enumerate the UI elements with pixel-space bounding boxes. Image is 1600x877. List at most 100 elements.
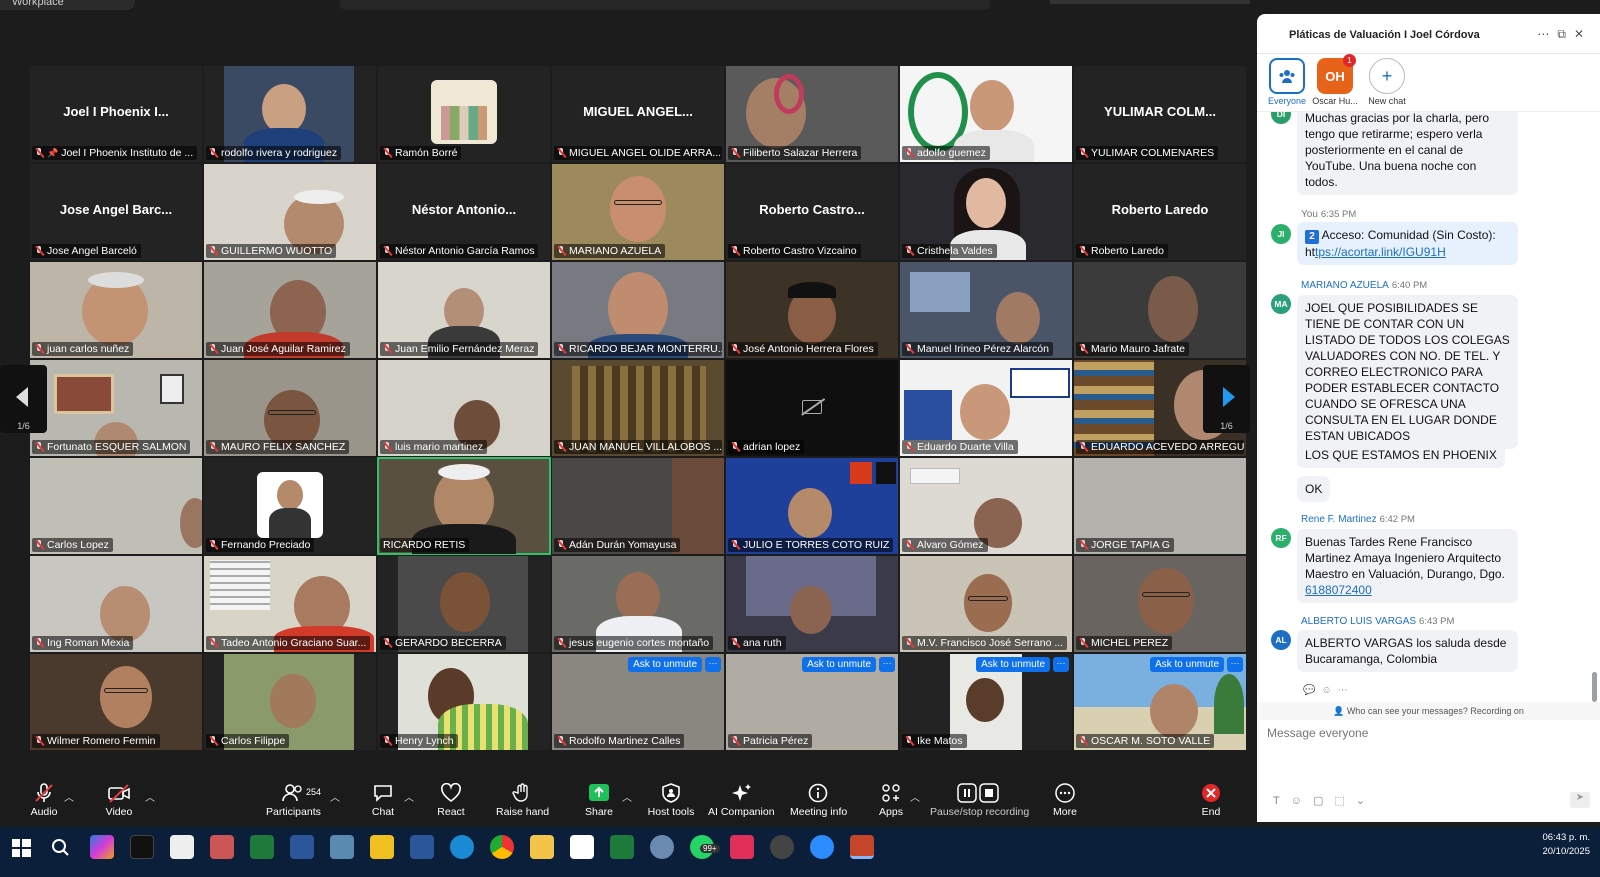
message-input[interactable]: Message everyone xyxy=(1267,726,1368,740)
participant-tile[interactable]: MIGUEL ANGEL... MIGUEL ANGEL OLIDE ARRA.… xyxy=(551,65,725,163)
excel-icon[interactable] xyxy=(610,835,634,859)
participant-tile[interactable]: Carlos Filippe xyxy=(203,653,377,751)
message-link[interactable]: 6188072400 xyxy=(1305,583,1372,597)
participant-tile[interactable]: adolfo guemez xyxy=(899,65,1073,163)
participant-tile[interactable]: Ask to unmute ··· OSCAR M. SOTO VALLE xyxy=(1073,653,1247,751)
react-button[interactable]: React xyxy=(436,783,466,818)
chat-button[interactable]: Chat xyxy=(368,783,398,818)
participant-tile[interactable]: Ask to unmute ··· Ike Matos xyxy=(899,653,1073,751)
send-button[interactable]: ➤ xyxy=(1570,792,1590,808)
search-icon[interactable] xyxy=(48,835,72,859)
participant-tile[interactable]: Ask to unmute ··· Rodolfo Martinez Calle… xyxy=(551,653,725,751)
apps-options-chevron-icon[interactable]: ︿ xyxy=(910,789,920,804)
participant-tile[interactable]: RICARDO BEJAR MONTERRU... xyxy=(551,261,725,359)
ask-to-unmute-button[interactable]: Ask to unmute xyxy=(628,657,702,672)
participant-tile[interactable]: José Antonio Herrera Flores xyxy=(725,261,899,359)
tiktok-icon[interactable] xyxy=(130,835,154,859)
participant-tile[interactable]: Jose Angel Barc... Jose Angel Barceló xyxy=(29,163,203,261)
edge-icon[interactable] xyxy=(450,835,474,859)
apps-button[interactable]: Apps xyxy=(876,783,906,818)
chevron-down-icon[interactable]: ⌄ xyxy=(1356,795,1376,807)
tile-more-button[interactable]: ··· xyxy=(1053,657,1069,672)
tile-more-button[interactable]: ··· xyxy=(705,657,721,672)
video-options-chevron-icon[interactable]: ︿ xyxy=(145,789,155,804)
participant-tile[interactable]: YULIMAR COLM... YULIMAR COLMENARES xyxy=(1073,65,1247,163)
notion-icon[interactable] xyxy=(570,835,594,859)
close-icon[interactable]: ✕ xyxy=(1574,27,1592,41)
meeting-info-button[interactable]: Meeting info xyxy=(790,783,847,818)
screenshot-icon[interactable]: ⬚ xyxy=(1334,795,1355,807)
chat-scrollbar[interactable] xyxy=(1592,672,1597,702)
participant-tile[interactable]: Tadeo Antonio Graciano Suar... xyxy=(203,555,377,653)
end-meeting-button[interactable]: End xyxy=(1196,783,1226,818)
participant-tile[interactable]: juan carlos nuñez xyxy=(29,261,203,359)
app-icon[interactable] xyxy=(210,835,234,859)
ai-companion-button[interactable]: AI Companion xyxy=(708,783,775,818)
participant-tile[interactable]: Adán Durán Yomayusa xyxy=(551,457,725,555)
more-icon[interactable]: ⋯ xyxy=(1338,685,1354,696)
participant-tile[interactable]: JORGE TAPIA G xyxy=(1073,457,1247,555)
ask-to-unmute-button[interactable]: Ask to unmute xyxy=(976,657,1050,672)
chip-oscar[interactable]: OH 1 Oscar Hu... xyxy=(1305,54,1365,106)
system-clock[interactable]: 06:43 p. m. 20/10/2025 xyxy=(1542,831,1590,859)
pause-stop-recording-button[interactable]: Pause/stop recording xyxy=(930,783,1029,818)
participant-tile[interactable]: MAURO FELIX SANCHEZ xyxy=(203,359,377,457)
participant-tile[interactable]: Néstor Antonio... Néstor Antonio García … xyxy=(377,163,551,261)
chrome-icon[interactable] xyxy=(490,835,514,859)
participant-tile[interactable]: Wilmer Romero Fermin xyxy=(29,653,203,751)
app-icon[interactable] xyxy=(170,835,194,859)
workspace-label[interactable]: Workplace xyxy=(0,0,135,10)
participant-tile[interactable]: Henry Lynch xyxy=(377,653,551,751)
calculator-icon[interactable] xyxy=(330,835,354,859)
message-link[interactable]: tps://acortar.link/IGU91H xyxy=(1315,245,1446,259)
participant-tile[interactable]: M.V. Francisco José Serrano ... xyxy=(899,555,1073,653)
sticky-notes-icon[interactable] xyxy=(370,835,394,859)
participant-tile[interactable]: Ing Roman Mexia xyxy=(29,555,203,653)
participant-tile-active-speaker[interactable]: RICARDO RETIS xyxy=(377,457,551,555)
app-icon[interactable] xyxy=(770,835,794,859)
powerpoint-icon[interactable] xyxy=(850,835,874,859)
word-icon[interactable] xyxy=(290,835,314,859)
participant-tile[interactable]: Roberto Laredo Roberto Laredo xyxy=(1073,163,1247,261)
more-icon[interactable]: ⋯ xyxy=(1537,27,1557,41)
host-tools-button[interactable]: Host tools xyxy=(646,783,696,818)
participant-tile[interactable]: Juan Emilio Fernández Meraz xyxy=(377,261,551,359)
participant-tile[interactable]: Fernando Preciado xyxy=(203,457,377,555)
participant-tile[interactable]: luis mario martinez xyxy=(377,359,551,457)
share-button[interactable]: Share xyxy=(584,783,614,818)
participant-tile[interactable]: Fortunato ESQUER SALMON xyxy=(29,359,203,457)
reply-icon[interactable]: 💬 xyxy=(1303,685,1321,696)
audio-options-chevron-icon[interactable]: ︿ xyxy=(64,789,74,804)
audio-button[interactable]: Audio xyxy=(28,783,60,818)
video-button[interactable]: Video xyxy=(104,783,134,818)
participant-tile[interactable]: Cristhela Valdes xyxy=(899,163,1073,261)
participant-tile[interactable]: Roberto Castro... Roberto Castro Vizcain… xyxy=(725,163,899,261)
participant-tile[interactable]: rodolfo rivera y rodriguez xyxy=(203,65,377,163)
ask-to-unmute-button[interactable]: Ask to unmute xyxy=(1150,657,1224,672)
participant-tile[interactable]: Manuel Irineo Pérez Alarcón xyxy=(899,261,1073,359)
tile-more-button[interactable]: ··· xyxy=(879,657,895,672)
file-icon[interactable]: ▢ xyxy=(1313,795,1334,807)
participant-tile[interactable]: GERARDO BECERRA xyxy=(377,555,551,653)
participant-tile[interactable]: Mario Mauro Jafrate xyxy=(1073,261,1247,359)
text-format-icon[interactable]: T xyxy=(1273,795,1291,807)
participant-tile[interactable]: GUILLERMO WUOTTO xyxy=(203,163,377,261)
project-icon[interactable] xyxy=(250,835,274,859)
participant-tile[interactable]: MARIANO AZUELA xyxy=(551,163,725,261)
participant-tile[interactable]: jesus eugenio cortes montaño xyxy=(551,555,725,653)
app-icon[interactable] xyxy=(650,835,674,859)
chat-options-chevron-icon[interactable]: ︿ xyxy=(404,789,414,804)
participant-tile[interactable]: JUAN MANUEL VILLALOBOS ... xyxy=(551,359,725,457)
next-page-button[interactable]: 1/6 xyxy=(1203,365,1250,433)
participant-tile[interactable]: Carlos Lopez xyxy=(29,457,203,555)
previous-page-button[interactable]: 1/6 xyxy=(0,365,47,433)
emoji-icon[interactable]: ☺ xyxy=(1291,795,1313,807)
word-icon[interactable] xyxy=(410,835,434,859)
participant-tile[interactable]: Alvaro Gómez xyxy=(899,457,1073,555)
participants-options-chevron-icon[interactable]: ︿ xyxy=(330,789,340,804)
raise-hand-button[interactable]: Raise hand xyxy=(496,783,549,818)
participant-tile[interactable]: ana ruth xyxy=(725,555,899,653)
chip-new-chat[interactable]: + New chat xyxy=(1357,58,1417,106)
zoom-icon[interactable] xyxy=(810,835,834,859)
participant-tile[interactable]: Joel I Phoenix I... 📌 Joel I Phoenix Inst… xyxy=(29,65,203,163)
